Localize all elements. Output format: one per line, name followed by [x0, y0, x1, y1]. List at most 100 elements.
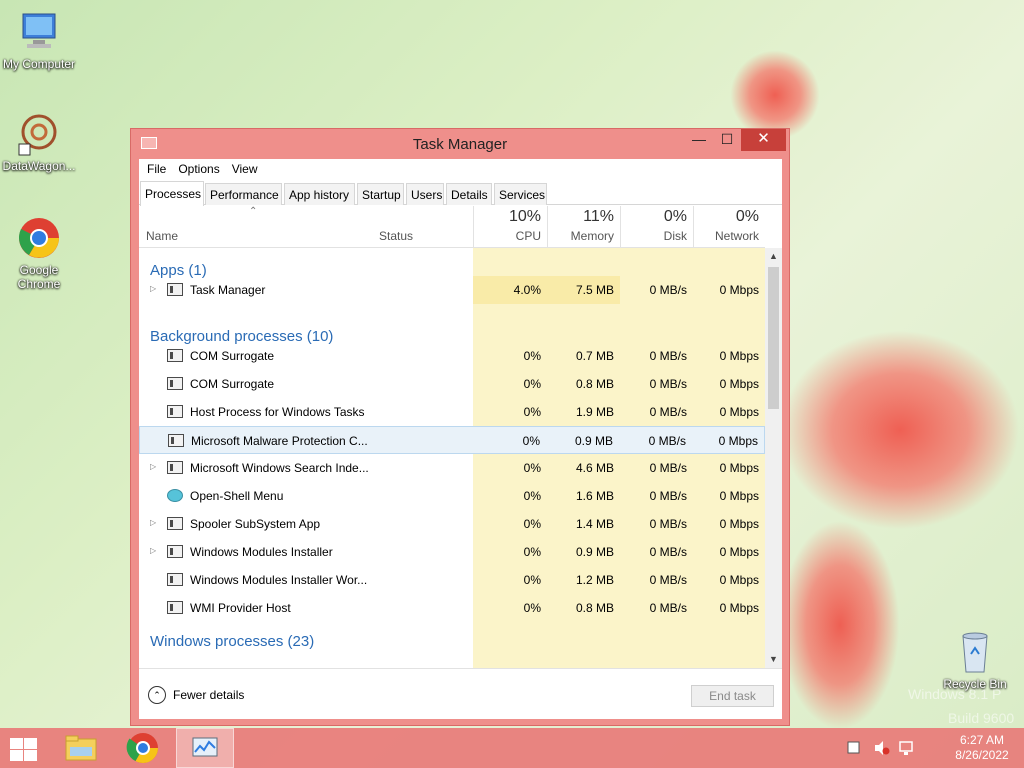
minimize-button[interactable]: — — [686, 129, 712, 151]
menu-view[interactable]: View — [226, 159, 264, 179]
memory-cell: 1.4 MB — [575, 517, 614, 531]
vertical-scrollbar[interactable]: ▲ ▼ — [765, 248, 782, 668]
column-header-name[interactable]: Name — [146, 229, 178, 243]
start-button[interactable] — [8, 737, 38, 761]
network-label: Network — [714, 229, 759, 243]
tab-services[interactable]: Services — [494, 183, 547, 205]
process-name: COM Surrogate — [190, 349, 275, 363]
chrome-icon — [17, 216, 61, 260]
scroll-thumb[interactable] — [768, 267, 779, 409]
clock-date: 8/26/2022 — [955, 748, 1009, 762]
network-cell: 0 Mbps — [719, 377, 759, 391]
table-row[interactable]: Host Process for Windows Tasks 0% 1.9 MB… — [139, 398, 765, 426]
network-cell: 0 Mbps — [719, 573, 759, 587]
network-cell: 0 Mbps — [719, 405, 759, 419]
fewer-details-link[interactable]: Fewer details — [173, 688, 244, 702]
expand-chevron-icon[interactable]: ▷ — [150, 462, 156, 471]
network-cell: 0 Mbps — [719, 489, 759, 503]
network-cell: 0 Mbps — [719, 349, 759, 363]
tab-app-history[interactable]: App history — [284, 183, 355, 205]
desktop-icon-label: My Computer — [2, 57, 76, 71]
cpu-cell: 4.0% — [513, 283, 541, 297]
table-row[interactable]: ▷ Task Manager 4.0% 7.5 MB 0 MB/s 0 Mbps — [139, 276, 765, 304]
taskbar-google-chrome[interactable] — [114, 728, 172, 768]
memory-cell: 1.2 MB — [575, 573, 614, 587]
taskbar-file-explorer[interactable] — [52, 728, 110, 768]
window-client-area: File Options View Processes Performance … — [139, 159, 782, 719]
action-center-icon[interactable] — [846, 740, 862, 756]
table-row[interactable]: COM Surrogate 0% 0.7 MB 0 MB/s 0 Mbps — [139, 342, 765, 370]
table-row[interactable]: Open-Shell Menu 0% 1.6 MB 0 MB/s 0 Mbps — [139, 482, 765, 510]
table-row[interactable]: ▷ Microsoft Windows Search Inde... 0% 4.… — [139, 454, 765, 482]
column-header-row: ⌃ Name Status 10% CPU 11% Memory 0% Disk… — [139, 206, 765, 248]
column-header-status[interactable]: Status — [379, 229, 413, 243]
memory-cell: 1.6 MB — [575, 489, 614, 503]
process-icon — [167, 545, 183, 558]
memory-cell: 0.8 MB — [575, 601, 614, 615]
disk-cell: 0 MB/s — [649, 461, 687, 475]
title-bar[interactable]: Task Manager — ☐ ✕ — [131, 129, 789, 159]
tab-performance[interactable]: Performance — [205, 183, 282, 205]
tab-startup[interactable]: Startup — [357, 183, 404, 205]
column-header-network[interactable]: 0% Network — [693, 206, 765, 248]
tab-details[interactable]: Details — [446, 183, 492, 205]
expand-chevron-icon[interactable]: ▷ — [150, 284, 156, 293]
process-icon — [167, 377, 183, 390]
memory-cell: 0.9 MB — [574, 434, 613, 448]
disk-cell: 0 MB/s — [648, 434, 686, 448]
taskbar-task-manager[interactable] — [176, 728, 234, 768]
table-row[interactable]: COM Surrogate 0% 0.8 MB 0 MB/s 0 Mbps — [139, 370, 765, 398]
network-cell: 0 Mbps — [719, 283, 759, 297]
collapse-chevron-icon[interactable]: ⌃ — [148, 686, 166, 704]
table-row[interactable]: Windows Modules Installer Wor... 0% 1.2 … — [139, 566, 765, 594]
desktop-icon-my-computer[interactable]: My Computer — [0, 10, 78, 71]
expand-chevron-icon[interactable]: ▷ — [150, 546, 156, 555]
network-cell: 0 Mbps — [718, 434, 758, 448]
menu-file[interactable]: File — [141, 159, 172, 179]
open-shell-icon — [167, 489, 183, 502]
table-row[interactable]: WMI Provider Host 0% 0.8 MB 0 MB/s 0 Mbp… — [139, 594, 765, 622]
scroll-up-icon[interactable]: ▲ — [765, 248, 782, 265]
expand-chevron-icon[interactable]: ▷ — [150, 518, 156, 527]
process-name: COM Surrogate — [190, 377, 275, 391]
memory-cell: 0.7 MB — [575, 349, 614, 363]
network-icon[interactable] — [898, 740, 914, 756]
cpu-cell: 0% — [523, 573, 541, 587]
desktop-icon-recycle-bin[interactable]: Recycle Bin — [936, 630, 1014, 691]
windows-logo-icon — [10, 750, 23, 761]
taskbar-clock[interactable]: 6:27 AM 8/26/2022 — [952, 733, 1012, 763]
table-row-selected[interactable]: Microsoft Malware Protection C... 0% 0.9… — [139, 426, 765, 454]
memory-cell: 1.9 MB — [575, 405, 614, 419]
scroll-down-icon[interactable]: ▼ — [765, 651, 782, 668]
cpu-cell: 0% — [523, 405, 541, 419]
column-header-disk[interactable]: 0% Disk — [620, 206, 693, 248]
maximize-button[interactable]: ☐ — [714, 129, 740, 151]
disk-cell: 0 MB/s — [649, 573, 687, 587]
cpu-cell: 0% — [523, 601, 541, 615]
desktop-icon-datawagon[interactable]: DataWagon... — [0, 112, 78, 173]
printer-icon — [167, 517, 183, 530]
volume-muted-icon[interactable] — [874, 740, 890, 756]
column-header-cpu[interactable]: 10% CPU — [473, 206, 547, 248]
network-cell: 0 Mbps — [719, 545, 759, 559]
cpu-cell: 0% — [523, 545, 541, 559]
process-name: Windows Modules Installer — [190, 545, 333, 559]
network-cell: 0 Mbps — [719, 601, 759, 615]
network-cell: 0 Mbps — [719, 517, 759, 531]
process-name: Spooler SubSystem App — [190, 517, 321, 531]
memory-cell: 7.5 MB — [575, 283, 614, 297]
desktop-icon-google-chrome[interactable]: Google Chrome — [0, 216, 78, 291]
table-row[interactable]: ▷ Spooler SubSystem App 0% 1.4 MB 0 MB/s… — [139, 510, 765, 538]
table-row[interactable]: ▷ Windows Modules Installer 0% 0.9 MB 0 … — [139, 538, 765, 566]
windows-logo-icon — [24, 738, 37, 749]
end-task-button[interactable]: End task — [691, 685, 774, 707]
close-button[interactable]: ✕ — [741, 129, 786, 151]
tab-processes[interactable]: Processes — [140, 181, 204, 206]
folder-icon — [65, 735, 97, 761]
tab-users[interactable]: Users — [406, 183, 444, 205]
disk-cell: 0 MB/s — [649, 517, 687, 531]
cpu-cell: 0% — [523, 461, 541, 475]
column-header-memory[interactable]: 11% Memory — [547, 206, 620, 248]
sort-caret-icon: ⌃ — [249, 206, 258, 217]
menu-options[interactable]: Options — [172, 159, 225, 179]
